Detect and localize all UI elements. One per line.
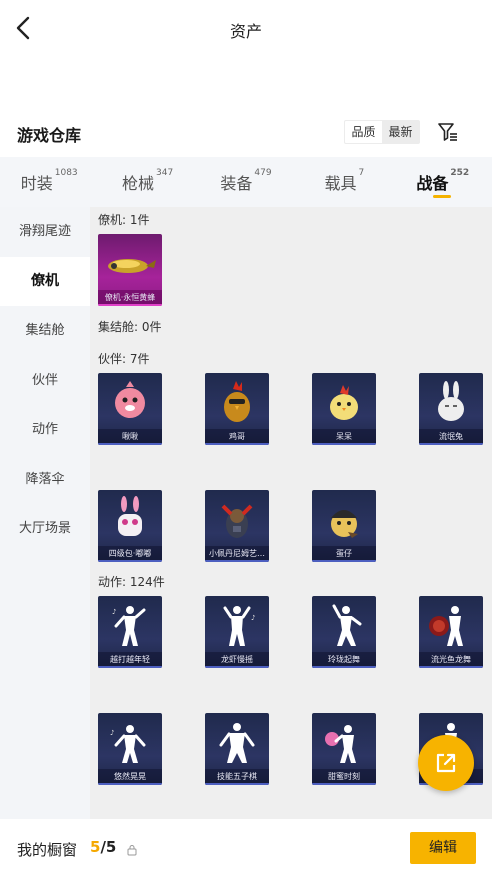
share-fab-button[interactable] [418, 735, 474, 791]
item-card[interactable]: 小佩丹尼姆艺… [205, 490, 269, 562]
item-card[interactable]: 啾啾 [98, 373, 162, 445]
sidebar-item-assembly-pod[interactable]: 集结舱 [0, 306, 90, 356]
asset-page: 资产 游戏仓库 品质 最新 时装1083 枪械347 装备479 载具7 战备2… [0, 0, 492, 876]
sort-quality-button[interactable]: 品质 [345, 121, 382, 143]
section-title-wingman: 僚机: 1件 [98, 213, 150, 227]
card-rarity-edge [312, 443, 376, 445]
sidebar-item-companion[interactable]: 伙伴 [0, 356, 90, 406]
tab-count: 7 [358, 168, 365, 178]
item-card[interactable]: ♪ 越打越年轻 [98, 596, 162, 668]
item-card[interactable]: ♪ 龙虾慢摇 [205, 596, 269, 668]
sidebar-item-wingman[interactable]: 僚机 [0, 256, 90, 306]
page-title: 资产 [229, 22, 262, 41]
section-title-emote: 动作: 124件 [98, 575, 165, 589]
card-rarity-edge [98, 666, 162, 668]
sidebar-item-parachute[interactable]: 降落伞 [0, 455, 90, 505]
lock-icon [127, 841, 137, 856]
tab-label: 时装 [20, 174, 53, 193]
card-rarity-edge [205, 443, 269, 445]
card-rarity-edge [419, 443, 483, 445]
item-card[interactable]: 技能五子棋 [205, 713, 269, 785]
item-card[interactable]: 蛋仔 [312, 490, 376, 562]
card-rarity-edge [312, 783, 376, 785]
filter-icon[interactable] [436, 120, 460, 144]
tab-fashion[interactable]: 时装1083 [0, 157, 98, 207]
item-card[interactable]: 鸡哥 [205, 373, 269, 445]
companion-rabbit-image [419, 375, 483, 429]
item-card[interactable]: 四级包·嘟嘟 [98, 490, 162, 562]
section-title-assembly-pod: 集结舱: 0件 [98, 320, 162, 334]
showcase-bar: 我的橱窗 5/5 编辑 [0, 819, 492, 876]
sidebar-item-emote[interactable]: 动作 [0, 405, 90, 455]
companion-robot-bunny-image [98, 492, 162, 546]
active-tab-indicator [432, 195, 451, 198]
tab-label: 枪械 [121, 174, 154, 193]
card-rarity-edge [98, 783, 162, 785]
item-card[interactable]: 流氓兔 [419, 373, 483, 445]
showcase-count: 5/5 [90, 838, 116, 856]
card-rarity-edge [98, 304, 162, 306]
item-card[interactable]: ♪ 悠然晃晃 [98, 713, 162, 785]
item-card[interactable]: 僚机·永恒黄蜂 [98, 234, 162, 306]
sort-toggle: 品质 最新 [344, 120, 420, 144]
showcase-total: 5 [105, 838, 117, 856]
top-bar: 资产 [0, 0, 492, 58]
card-rarity-edge [419, 666, 483, 668]
companion-eggy-image [312, 492, 376, 546]
card-rarity-edge [312, 666, 376, 668]
svg-text:♪: ♪ [110, 729, 114, 737]
item-card[interactable]: 流光鱼龙舞 [419, 596, 483, 668]
tab-readiness[interactable]: 战备252 [394, 157, 492, 207]
companion-armored-figure-image [205, 492, 269, 546]
edit-button[interactable]: 编辑 [410, 832, 476, 864]
companion-pink-chick-image [98, 375, 162, 429]
item-card[interactable]: 呆呆 [312, 373, 376, 445]
tab-count: 479 [254, 168, 272, 178]
emote-figure-icon: ♪ [98, 598, 162, 652]
tab-count: 347 [156, 168, 174, 178]
card-rarity-edge [312, 560, 376, 562]
tab-count: 1083 [54, 168, 78, 178]
companion-rooster-image [205, 375, 269, 429]
card-rarity-edge [98, 560, 162, 562]
showcase-current: 5 [90, 838, 101, 856]
tab-label: 装备 [220, 174, 253, 193]
tab-vehicles[interactable]: 载具7 [295, 157, 393, 207]
section-title-companion: 伙伴: 7件 [98, 352, 150, 366]
tab-count: 252 [450, 168, 470, 178]
tab-guns[interactable]: 枪械347 [98, 157, 196, 207]
sidebar-item-glide-trail[interactable]: 滑翔尾迹 [0, 207, 90, 257]
tab-label: 战备 [416, 174, 449, 193]
card-rarity-edge [205, 560, 269, 562]
share-external-icon [436, 753, 456, 773]
svg-text:♪: ♪ [112, 608, 116, 616]
tab-label: 载具 [324, 174, 357, 193]
card-rarity-edge [205, 783, 269, 785]
sidebar: 滑翔尾迹 僚机 集结舱 伙伴 动作 降落伞 大厅场景 [0, 207, 90, 819]
companion-yellow-chick-image [312, 375, 376, 429]
emote-figure-icon [312, 598, 376, 652]
sort-latest-button[interactable]: 最新 [382, 121, 419, 143]
item-card[interactable]: 玲珑起舞 [312, 596, 376, 668]
emote-figure-icon [312, 715, 376, 769]
emote-figure-icon [419, 598, 483, 652]
showcase-label: 我的橱窗 [17, 841, 78, 859]
card-rarity-edge [205, 666, 269, 668]
card-rarity-edge [98, 443, 162, 445]
emote-figure-icon [205, 715, 269, 769]
warehouse-title: 游戏仓库 [17, 126, 82, 145]
wingman-drone-image [98, 236, 162, 290]
emote-figure-icon: ♪ [205, 598, 269, 652]
category-tabs: 时装1083 枪械347 装备479 载具7 战备252 [0, 157, 492, 207]
sidebar-item-lobby-scene[interactable]: 大厅场景 [0, 504, 90, 554]
warehouse-header: 游戏仓库 品质 最新 [0, 118, 492, 148]
item-card[interactable]: 甜蜜时刻 [312, 713, 376, 785]
emote-figure-icon: ♪ [98, 715, 162, 769]
item-grid: 僚机: 1件 僚机·永恒黄蜂 集结舱: 0件 伙伴: 7件 啾啾 鸡哥 呆呆 流… [90, 207, 492, 819]
tab-equipment[interactable]: 装备479 [197, 157, 295, 207]
svg-text:♪: ♪ [251, 614, 255, 622]
